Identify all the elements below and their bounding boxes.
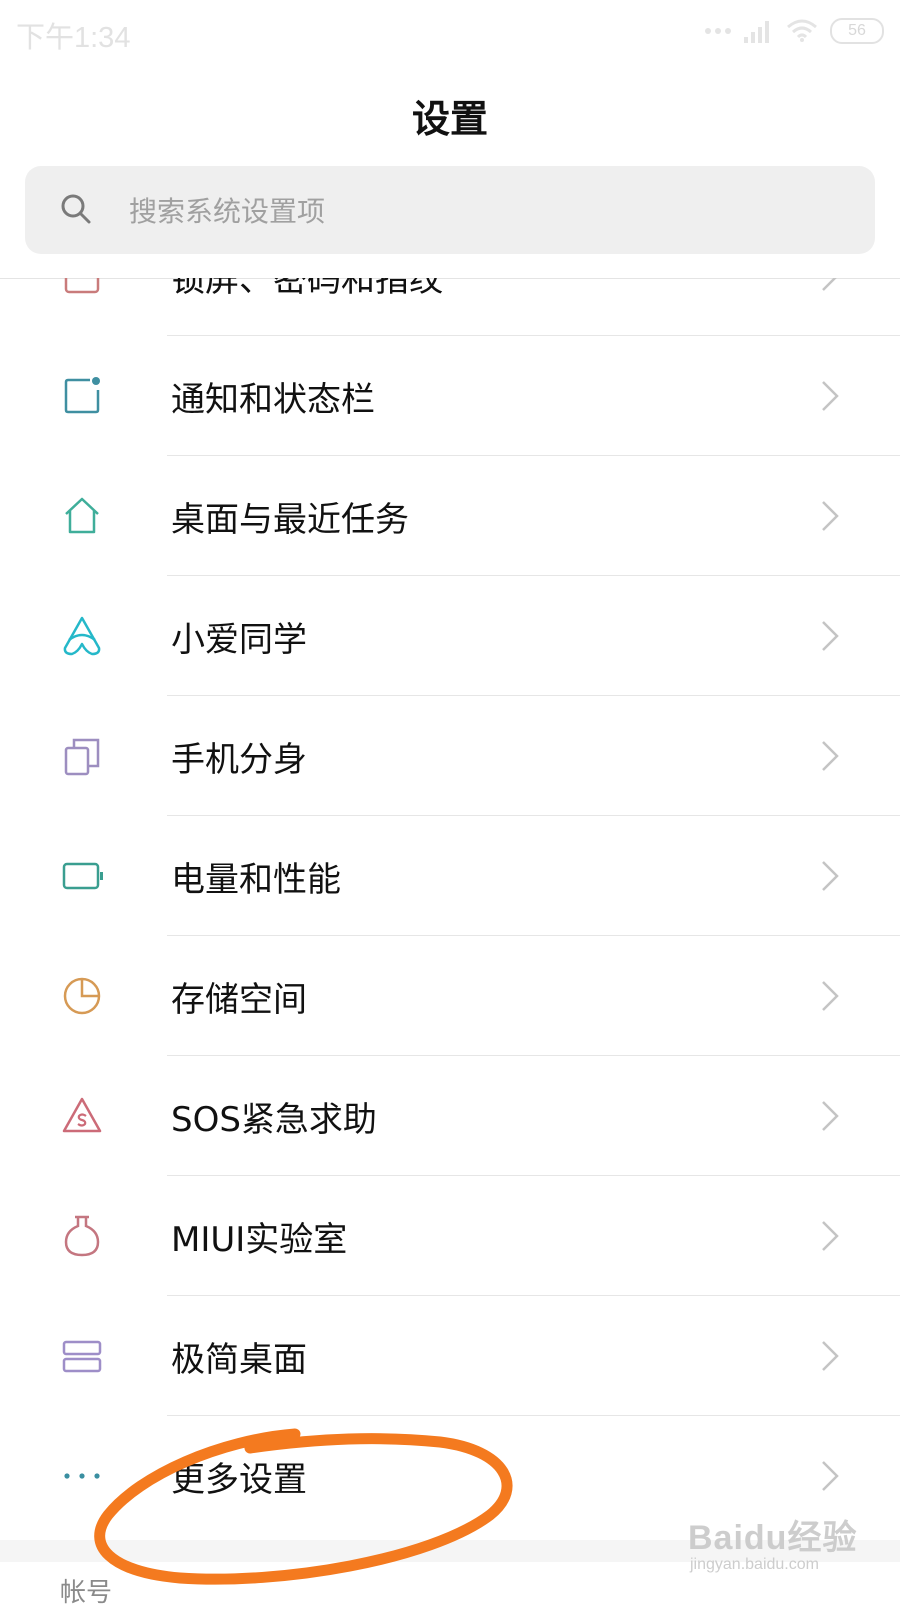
chevron-right-icon	[822, 981, 839, 1011]
status-icons: 56	[704, 16, 884, 46]
status-time: 下午1:34	[16, 22, 131, 54]
list-item-storage[interactable]: 存储空间	[0, 936, 900, 1056]
watermark-url: jingyan.baidu.com	[690, 1556, 819, 1573]
list-item-label: 电量和性能	[171, 860, 341, 900]
second-space-icon	[64, 738, 100, 776]
lock-screen-icon	[64, 278, 100, 294]
signal-icon	[744, 21, 769, 43]
storage-icon	[63, 977, 101, 1015]
chevron-right-icon	[822, 501, 839, 531]
list-item-simple-desktop[interactable]: 极简桌面	[0, 1296, 900, 1416]
more-dots-icon	[64, 1473, 100, 1479]
search-icon	[61, 194, 91, 224]
search-placeholder: 搜索系统设置项	[129, 195, 326, 228]
list-item-label: 存储空间	[171, 980, 307, 1020]
chevron-right-icon	[822, 1341, 839, 1371]
home-icon	[65, 497, 99, 534]
list-item-label: 极简桌面	[171, 1340, 307, 1380]
chevron-right-icon	[822, 1101, 839, 1131]
list-item-label: SOS紧急求助	[171, 1100, 377, 1140]
list-item-second-space[interactable]: 手机分身	[0, 696, 900, 816]
section-label-account: 帐号	[60, 1578, 113, 1608]
simple-desktop-icon	[62, 1340, 102, 1373]
list-item-label: 桌面与最近任务	[171, 500, 409, 540]
wifi-icon	[787, 19, 817, 42]
watermark-brand: Baidu经验	[688, 1519, 858, 1557]
chevron-right-icon	[822, 621, 839, 651]
xiaoai-icon	[63, 616, 101, 656]
page-title: 设置	[411, 97, 488, 141]
battery-icon	[62, 862, 103, 890]
chevron-right-icon	[822, 1461, 839, 1491]
list-item-lock-screen[interactable]: 锁屏、密码和指纹	[0, 278, 900, 336]
list-item-label: 手机分身	[171, 740, 307, 780]
list-item-home-screen[interactable]: 桌面与最近任务	[0, 456, 900, 576]
battery-indicator: 56	[830, 18, 884, 44]
list-item-label: 通知和状态栏	[171, 380, 375, 420]
list-item-sos[interactable]: SOS紧急求助	[0, 1056, 900, 1176]
list-item-xiaoai[interactable]: 小爱同学	[0, 576, 900, 696]
list-item-label: 小爱同学	[171, 620, 307, 660]
search-input[interactable]: 搜索系统设置项	[25, 166, 875, 254]
list-item-notifications[interactable]: 通知和状态栏	[0, 336, 900, 456]
list-item-miui-lab[interactable]: MIUI实验室	[0, 1176, 900, 1296]
watermark: Baidu经验 jingyan.baidu.com	[688, 1510, 878, 1588]
chevron-right-icon	[822, 861, 839, 891]
notification-icon	[64, 377, 100, 414]
list-item-label: 锁屏、密码和指纹	[171, 278, 443, 300]
list-item-battery[interactable]: 电量和性能	[0, 816, 900, 936]
list-item-label: MIUI实验室	[171, 1220, 348, 1260]
settings-list[interactable]: 锁屏、密码和指纹 通知和状态栏 桌面与最近任务 小爱同学 手机分身 电量和性能 …	[0, 278, 900, 1540]
list-item-label: 更多设置	[171, 1460, 307, 1500]
dots-icon	[705, 28, 731, 34]
sos-icon	[62, 1097, 102, 1133]
status-bar: 下午1:34 56	[0, 0, 900, 62]
chevron-right-icon	[822, 741, 839, 771]
chevron-right-icon	[822, 278, 837, 291]
chevron-right-icon	[822, 1221, 839, 1251]
lab-flask-icon	[64, 1215, 100, 1257]
chevron-right-icon	[822, 381, 839, 411]
